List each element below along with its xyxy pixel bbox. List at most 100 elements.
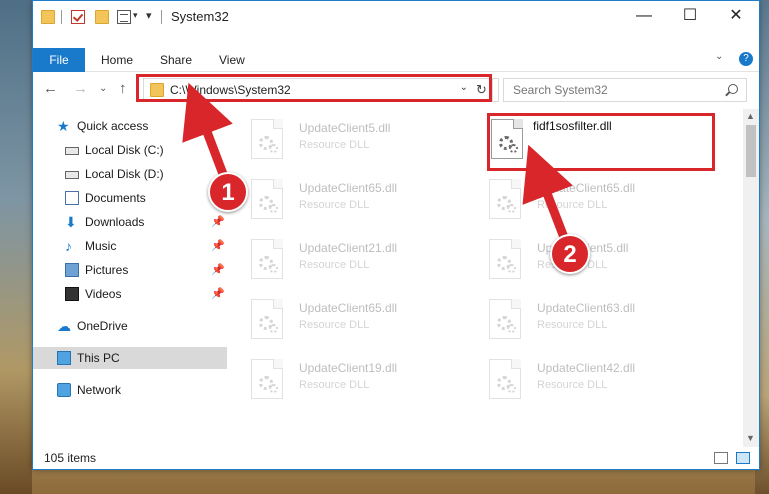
pin-icon[interactable]: 📌 [211,259,225,281]
window-title: System32 [171,9,229,24]
search-icon[interactable] [728,84,738,94]
help-icon[interactable]: ? [739,52,753,66]
sidebar-item-label: Downloads [85,215,145,229]
scrollbar-thumb[interactable] [746,125,756,177]
sidebar-item-label: Local Disk (C:) [85,143,164,157]
file-type: Resource DLL [537,379,608,391]
search-placeholder: Search System32 [513,83,608,97]
sidebar-item-label: Pictures [85,263,129,277]
dll-file-icon [489,179,521,219]
sidebar-item-local-disk-d[interactable]: Local Disk (D:) [33,163,227,185]
details-view-icon[interactable] [714,452,728,464]
title-bar: ▾ ▾ System32 — ☐ ✕ [33,1,759,33]
dll-file-icon [489,299,521,339]
sidebar-item-quick-access[interactable]: ★ Quick access [33,115,227,137]
file-type: Resource DLL [299,199,370,211]
sidebar-item-onedrive[interactable]: ☁ OneDrive [33,315,227,337]
sidebar-item-label: This PC [77,351,120,365]
tab-file[interactable]: File [33,48,85,72]
close-button[interactable]: ✕ [713,1,759,33]
sidebar-item-label: Music [85,239,117,253]
large-icons-view-icon[interactable] [736,452,750,464]
file-name: UpdateClient65.dll [299,301,398,315]
file-tile[interactable]: UpdateClient65.dll Resource DLL [467,171,697,223]
pin-icon[interactable]: 📌 [211,283,225,305]
back-button[interactable]: ← [43,80,58,97]
music-icon: ♪ [65,238,72,254]
drive-icon [65,147,79,155]
sidebar-item-label: Documents [85,191,146,205]
onedrive-icon: ☁ [57,318,71,334]
sidebar-item-label: Videos [85,287,122,301]
file-tile[interactable]: UpdateClient65.dll Resource DLL [229,171,459,223]
file-type: Resource DLL [299,379,370,391]
sidebar-item-music[interactable]: ♪ Music 📌 [33,235,227,257]
file-tile[interactable]: UpdateClient5.dll Resource DLL [229,111,459,163]
tab-home[interactable]: Home [101,48,133,72]
file-tile[interactable]: UpdateClient42.dll Resource DLL [467,351,697,403]
drive-icon [65,171,79,179]
file-name: UpdateClient21.dll [299,241,398,255]
star-icon: ★ [57,118,70,134]
ribbon-tabs: File Home Share View ⌄ ? [33,48,759,72]
search-input[interactable]: Search System32 [503,78,747,102]
file-type: Resource DLL [537,199,608,211]
dll-file-icon [251,239,283,279]
dll-file-icon [489,359,521,399]
tab-view[interactable]: View [219,48,245,72]
maximize-button[interactable]: ☐ [667,1,713,33]
file-highlight [487,113,715,171]
address-bar-highlight [136,74,492,102]
file-name: UpdateClient42.dll [537,361,636,375]
download-icon: ⬇ [65,214,77,230]
tab-share[interactable]: Share [160,48,192,72]
sidebar-item-label: Local Disk (D:) [85,167,164,181]
sidebar-item-label: Quick access [77,119,149,133]
computer-icon [57,351,71,365]
scroll-up-icon[interactable]: ▲ [746,111,755,121]
videos-icon [65,287,79,301]
expand-ribbon-icon[interactable]: ⌄ [715,51,729,65]
file-tile[interactable]: UpdateClient19.dll Resource DLL [229,351,459,403]
explorer-window: ▾ ▾ System32 — ☐ ✕ File Home Share View … [32,0,760,470]
properties-check-icon[interactable] [71,10,85,24]
file-name: UpdateClient19.dll [299,361,398,375]
pin-icon[interactable]: 📌 [211,235,225,257]
title-divider [161,10,162,24]
file-name: UpdateClient5.dll [299,121,391,135]
scroll-down-icon[interactable]: ▼ [746,433,755,443]
sidebar-item-documents[interactable]: Documents [33,187,227,209]
new-folder-icon[interactable] [95,10,109,24]
file-tile[interactable]: UpdateClient63.dll Resource DLL [467,291,697,343]
dll-file-icon [489,239,521,279]
callout-1: 1 [208,172,248,212]
dll-file-icon [251,119,283,159]
file-type: Resource DLL [299,139,370,151]
chevron-down-icon[interactable]: ▾ [133,10,138,21]
sidebar-item-this-pc[interactable]: This PC [33,347,227,369]
documents-icon [65,191,79,205]
forward-button[interactable]: → [73,80,88,97]
file-type: Resource DLL [299,259,370,271]
quick-access-toolbar-icon[interactable] [117,10,131,24]
dll-file-icon [251,359,283,399]
recent-locations-button[interactable]: ⌄ [99,83,107,94]
file-name: UpdateClient65.dll [299,181,398,195]
sidebar-item-local-disk-c[interactable]: Local Disk (C:) [33,139,227,161]
pictures-icon [65,263,79,277]
sidebar-item-pictures[interactable]: Pictures 📌 [33,259,227,281]
customize-toolbar-icon[interactable]: ▾ [146,9,152,22]
pin-icon[interactable]: 📌 [211,211,225,233]
vertical-scrollbar[interactable]: ▲ ▼ [743,109,759,449]
minimize-button[interactable]: — [621,1,667,33]
sidebar-item-videos[interactable]: Videos 📌 [33,283,227,305]
file-name: UpdateClient65.dll [537,181,636,195]
file-tile[interactable]: UpdateClient65.dll Resource DLL [229,291,459,343]
up-button[interactable]: ↑ [119,80,127,97]
file-type: Resource DLL [299,319,370,331]
sidebar-item-network[interactable]: Network [33,379,227,401]
sidebar-item-downloads[interactable]: ⬇ Downloads 📌 [33,211,227,233]
status-bar: 105 items [33,447,759,469]
file-tile[interactable]: UpdateClient21.dll Resource DLL [229,231,459,283]
folder-icon [41,10,55,24]
